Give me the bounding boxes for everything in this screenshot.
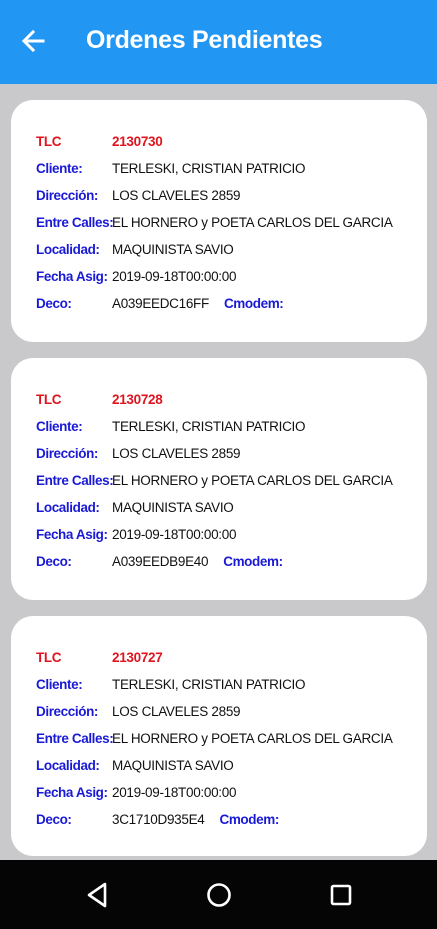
localidad-label: Localidad: xyxy=(36,499,100,515)
tlc-value: 2130728 xyxy=(112,391,163,407)
direccion-label: Dirección: xyxy=(36,445,99,461)
nav-home-button[interactable] xyxy=(202,878,236,912)
order-card[interactable]: TLC 2130728 Cliente: TERLESKI, CRISTIAN … xyxy=(11,358,427,600)
system-nav-bar xyxy=(0,860,437,929)
cliente-label: Cliente: xyxy=(36,418,83,434)
deco-row: Deco: A039EEDB9E40 Cmodem: xyxy=(36,551,283,571)
tlc-row: TLC 2130727 xyxy=(36,647,163,667)
fecha-asig-row: Fecha Asig: 2019-09-18T00:00:00 xyxy=(36,524,236,544)
entre-calles-value: EL HORNERO y POETA CARLOS DEL GARCIA xyxy=(112,730,393,746)
tlc-value: 2130730 xyxy=(112,133,163,149)
tlc-label: TLC xyxy=(36,133,62,149)
entre-calles-label: Entre Calles: xyxy=(36,472,114,488)
cliente-value: TERLESKI, CRISTIAN PATRICIO xyxy=(112,160,306,176)
fecha-asig-row: Fecha Asig: 2019-09-18T00:00:00 xyxy=(36,266,236,286)
fecha-asig-value: 2019-09-18T00:00:00 xyxy=(112,526,237,542)
cmodem-label: Cmodem: xyxy=(219,811,279,827)
entre-calles-label: Entre Calles: xyxy=(36,214,114,230)
deco-value: A039EEDC16FF xyxy=(112,295,209,311)
direccion-row: Dirección: LOS CLAVELES 2859 xyxy=(36,701,241,721)
fecha-asig-label: Fecha Asig: xyxy=(36,268,108,284)
orders-list[interactable]: TLC 2130730 Cliente: TERLESKI, CRISTIAN … xyxy=(0,84,437,860)
localidad-row: Localidad: MAQUINISTA SAVIO xyxy=(36,755,234,775)
cliente-row: Cliente: TERLESKI, CRISTIAN PATRICIO xyxy=(36,674,305,694)
tlc-label: TLC xyxy=(36,649,62,665)
fecha-asig-label: Fecha Asig: xyxy=(36,526,108,542)
entre-calles-value: EL HORNERO y POETA CARLOS DEL GARCIA xyxy=(112,214,393,230)
cliente-label: Cliente: xyxy=(36,160,83,176)
cliente-row: Cliente: TERLESKI, CRISTIAN PATRICIO xyxy=(36,158,305,178)
localidad-value: MAQUINISTA SAVIO xyxy=(112,241,234,257)
localidad-row: Localidad: MAQUINISTA SAVIO xyxy=(36,497,234,517)
fecha-asig-row: Fecha Asig: 2019-09-18T00:00:00 xyxy=(36,782,236,802)
entre-calles-row: Entre Calles: EL HORNERO y POETA CARLOS … xyxy=(36,212,393,232)
tlc-value: 2130727 xyxy=(112,649,163,665)
page-title: Ordenes Pendientes xyxy=(86,26,323,54)
entre-calles-label: Entre Calles: xyxy=(36,730,114,746)
nav-recents-button[interactable] xyxy=(324,878,358,912)
direccion-value: LOS CLAVELES 2859 xyxy=(112,187,241,203)
fecha-asig-value: 2019-09-18T00:00:00 xyxy=(112,784,237,800)
app-bar: Ordenes Pendientes xyxy=(0,0,437,84)
triangle-back-icon xyxy=(87,882,107,908)
circle-home-icon xyxy=(207,883,231,907)
localidad-row: Localidad: MAQUINISTA SAVIO xyxy=(36,239,234,259)
nav-back-button[interactable] xyxy=(80,878,114,912)
tlc-label: TLC xyxy=(36,391,62,407)
entre-calles-value: EL HORNERO y POETA CARLOS DEL GARCIA xyxy=(112,472,393,488)
deco-value: 3C1710D935E4 xyxy=(112,811,205,827)
localidad-label: Localidad: xyxy=(36,757,100,773)
cliente-label: Cliente: xyxy=(36,676,83,692)
arrow-left-icon xyxy=(21,30,45,52)
localidad-label: Localidad: xyxy=(36,241,100,257)
tlc-row: TLC 2130728 xyxy=(36,389,163,409)
direccion-value: LOS CLAVELES 2859 xyxy=(112,445,241,461)
cliente-value: TERLESKI, CRISTIAN PATRICIO xyxy=(112,676,306,692)
tlc-row: TLC 2130730 xyxy=(36,131,163,151)
deco-row: Deco: 3C1710D935E4 Cmodem: xyxy=(36,809,279,829)
localidad-value: MAQUINISTA SAVIO xyxy=(112,757,234,773)
direccion-row: Dirección: LOS CLAVELES 2859 xyxy=(36,185,241,205)
deco-value: A039EEDB9E40 xyxy=(112,553,209,569)
order-card[interactable]: TLC 2130730 Cliente: TERLESKI, CRISTIAN … xyxy=(11,100,427,342)
square-recents-icon xyxy=(330,884,352,906)
back-button[interactable] xyxy=(18,26,48,56)
fecha-asig-value: 2019-09-18T00:00:00 xyxy=(112,268,237,284)
deco-row: Deco: A039EEDC16FF Cmodem: xyxy=(36,293,284,313)
cliente-value: TERLESKI, CRISTIAN PATRICIO xyxy=(112,418,306,434)
direccion-label: Dirección: xyxy=(36,187,99,203)
direccion-label: Dirección: xyxy=(36,703,99,719)
fecha-asig-label: Fecha Asig: xyxy=(36,784,108,800)
deco-label: Deco: xyxy=(36,553,72,569)
direccion-row: Dirección: LOS CLAVELES 2859 xyxy=(36,443,241,463)
deco-label: Deco: xyxy=(36,295,72,311)
cmodem-label: Cmodem: xyxy=(223,553,283,569)
order-card[interactable]: TLC 2130727 Cliente: TERLESKI, CRISTIAN … xyxy=(11,616,427,856)
deco-label: Deco: xyxy=(36,811,72,827)
cliente-row: Cliente: TERLESKI, CRISTIAN PATRICIO xyxy=(36,416,305,436)
entre-calles-row: Entre Calles: EL HORNERO y POETA CARLOS … xyxy=(36,470,393,490)
entre-calles-row: Entre Calles: EL HORNERO y POETA CARLOS … xyxy=(36,728,393,748)
direccion-value: LOS CLAVELES 2859 xyxy=(112,703,241,719)
cmodem-label: Cmodem: xyxy=(223,295,284,311)
localidad-value: MAQUINISTA SAVIO xyxy=(112,499,234,515)
